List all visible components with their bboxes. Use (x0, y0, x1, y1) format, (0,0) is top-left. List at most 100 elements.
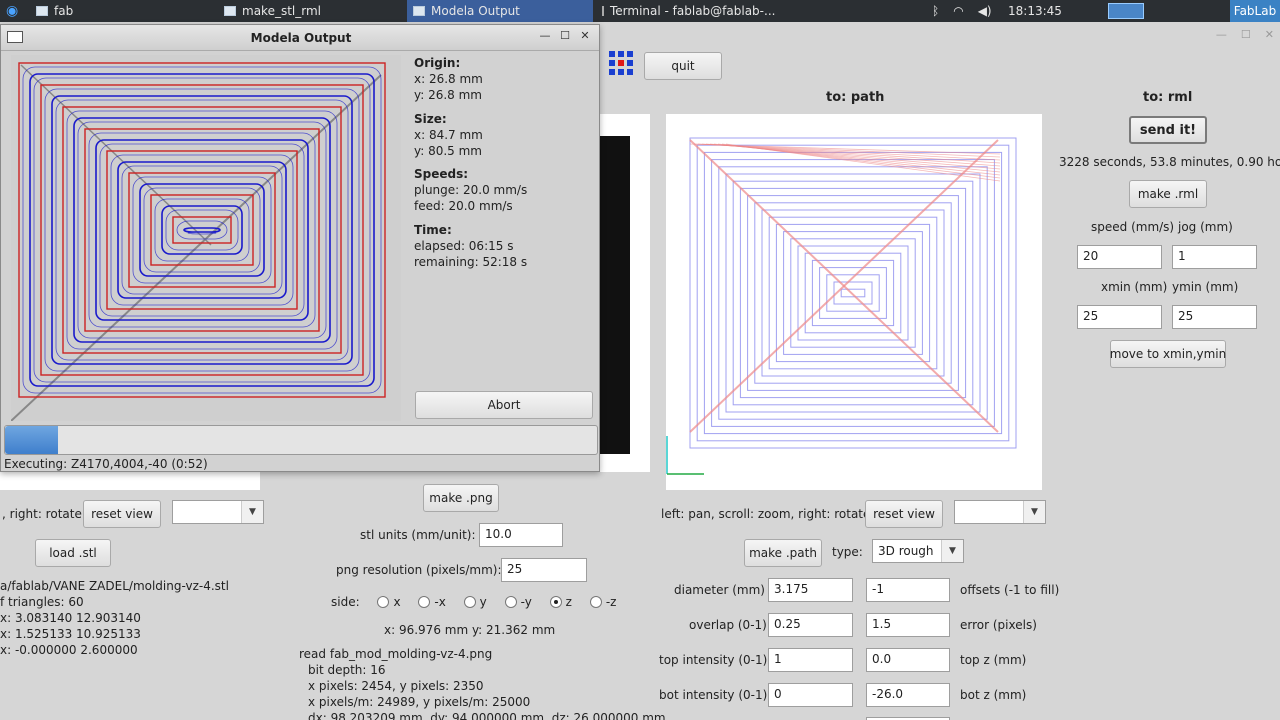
job-progress-bar (4, 425, 598, 455)
offsets-input[interactable]: -1 (866, 578, 950, 602)
side-radio-neg-z[interactable] (589, 596, 602, 608)
terminal-icon (602, 6, 604, 16)
chevron-down-icon: ▼ (1023, 501, 1045, 523)
window-controls: — ☐ ✕ (1216, 28, 1274, 41)
png-preview-image (600, 136, 630, 454)
jog-label: jog (mm) (1178, 220, 1233, 234)
bot-z-input[interactable]: -26.0 (866, 683, 950, 707)
move-to-xmin-ymin-button[interactable]: move to xmin,ymin (1110, 340, 1226, 368)
path-view-select[interactable]: ▼ (954, 500, 1046, 524)
side-radio-z[interactable] (549, 596, 562, 608)
diameter-label: diameter (mm) (674, 583, 765, 597)
user-badge[interactable]: FabLab (1230, 0, 1280, 22)
offsets-label: offsets (-1 to fill) (960, 583, 1060, 597)
system-tray: ᛒ ◠ ◀) (932, 0, 992, 22)
abort-button[interactable]: Abort (415, 391, 593, 419)
rml-panel-header: to: rml (1143, 90, 1193, 105)
window-icon (36, 6, 48, 16)
png-read-info: read fab_mod_molding-vz-4.png bit depth:… (299, 646, 666, 720)
taskbar-item-terminal[interactable]: Terminal - fablab@fablab-... (596, 0, 776, 22)
taskbar-item-fab[interactable]: fab (30, 0, 200, 22)
maximize-icon[interactable]: ☐ (1241, 28, 1251, 41)
read-line: x pixels/m: 24989, y pixels/m: 25000 (308, 695, 531, 709)
error-label: error (pixels) (960, 618, 1037, 632)
start-menu-icon[interactable]: ◉ (0, 0, 24, 22)
side-radio-y[interactable] (463, 596, 476, 608)
minimize-icon[interactable]: — (536, 29, 554, 45)
png-resolution-input[interactable]: 25 (501, 558, 587, 582)
path-reset-view-button[interactable]: reset view (865, 500, 943, 528)
overlap-input[interactable]: 0.25 (768, 613, 853, 637)
jog-input[interactable]: 1 (1172, 245, 1257, 269)
send-it-button[interactable]: send it! (1129, 116, 1207, 144)
top-z-label: top z (mm) (960, 653, 1027, 667)
stl-reset-view-button[interactable]: reset view (83, 500, 161, 528)
progress-fill (5, 426, 58, 454)
top-intensity-input[interactable]: 1 (768, 648, 853, 672)
read-line: dx: 98.203209 mm, dy: 94.000000 mm, dz: … (308, 711, 666, 720)
side-radio-neg-y[interactable] (504, 596, 517, 608)
side-radio-x[interactable] (377, 596, 390, 608)
stl-units-label: stl units (mm/unit): (360, 528, 476, 542)
ymin-label: ymin (mm) (1172, 280, 1239, 294)
chevron-down-icon: ▼ (241, 501, 263, 523)
png-resolution-label: png resolution (pixels/mm): (336, 563, 502, 577)
stl-file-path: a/fablab/VANE ZADEL/molding-vz-4.stl (0, 579, 229, 593)
png-preview-frame (598, 114, 650, 472)
xmin-label: xmin (mm) (1101, 280, 1168, 294)
path-view-hint: left: pan, scroll: zoom, right: rotate (661, 507, 871, 521)
xmin-input[interactable]: 25 (1077, 305, 1162, 329)
overlap-label: overlap (0-1) (689, 618, 767, 632)
stl-view-hint: , right: rotate (2, 507, 82, 521)
speed-input[interactable]: 20 (1077, 245, 1162, 269)
close-icon[interactable]: ✕ (576, 29, 594, 45)
side-radio-neg-x[interactable] (418, 596, 431, 608)
chevron-down-icon: ▼ (941, 540, 963, 562)
toolpath-canvas (10, 55, 401, 422)
clock[interactable]: 18:13:45 (1008, 0, 1068, 22)
make-png-button[interactable]: make .png (423, 484, 499, 512)
load-stl-button[interactable]: load .stl (35, 539, 111, 567)
side-selector: side: x -x y -y z -z (331, 595, 617, 609)
time-info: Time: elapsed: 06:15 s remaining: 52:18 … (414, 223, 528, 269)
read-line: x pixels: 2454, y pixels: 2350 (308, 679, 484, 693)
toolpath-plot (666, 137, 1017, 475)
bot-intensity-label: bot intensity (0-1) (659, 688, 768, 702)
window-icon (413, 6, 425, 16)
dialog-title: Modela Output (250, 31, 352, 45)
quit-button[interactable]: quit (644, 52, 722, 80)
taskbar-item-modela-output[interactable]: Modela Output (407, 0, 593, 22)
taskbar-item-make-stl-rml[interactable]: make_stl_rml (218, 0, 398, 22)
top-intensity-label: top intensity (0-1) (659, 653, 768, 667)
execution-status: Executing: Z4170,4004,-40 (0:52) (4, 457, 208, 471)
wifi-icon[interactable]: ◠ (953, 4, 963, 18)
fab-modules-logo-icon (608, 50, 634, 76)
path-preview[interactable] (666, 114, 1042, 490)
bluetooth-icon[interactable]: ᛒ (932, 4, 939, 18)
ymin-input[interactable]: 25 (1172, 305, 1257, 329)
close-icon[interactable]: ✕ (1265, 28, 1274, 41)
cursor-coords: x: 96.976 mm y: 21.362 mm (384, 623, 556, 637)
stl-view-select[interactable]: ▼ (172, 500, 264, 524)
dialog-titlebar[interactable]: Modela Output — ☐ ✕ (1, 25, 599, 51)
error-input[interactable]: 1.5 (866, 613, 950, 637)
taskbar: ◉ fab make_stl_rml Modela Output Termina… (0, 0, 1280, 22)
stl-y-range: x: 1.525133 10.925133 (0, 627, 141, 641)
path-type-select[interactable]: 3D rough ▼ (872, 539, 964, 563)
make-path-button[interactable]: make .path (744, 539, 822, 567)
top-z-input[interactable]: 0.0 (866, 648, 950, 672)
stl-info: a/fablab/VANE ZADEL/molding-vz-4.stl f t… (0, 578, 229, 658)
diameter-input[interactable]: 3.175 (768, 578, 853, 602)
volume-icon[interactable]: ◀) (978, 4, 992, 18)
job-time-estimate: 3228 seconds, 53.8 minutes, 0.90 hours (1059, 155, 1280, 169)
workspace-switcher-icon[interactable] (1106, 0, 1146, 22)
speeds-info: Speeds: plunge: 20.0 mm/s feed: 20.0 mm/… (414, 167, 528, 213)
maximize-icon[interactable]: ☐ (556, 29, 574, 45)
path-type-label: type: (832, 545, 863, 559)
make-rml-button[interactable]: make .rml (1129, 180, 1207, 208)
minimize-icon[interactable]: — (1216, 28, 1227, 41)
path-panel-header: to: path (826, 90, 885, 105)
stl-units-input[interactable]: 10.0 (479, 523, 563, 547)
bot-intensity-input[interactable]: 0 (768, 683, 853, 707)
stl-z-range: x: -0.000000 2.600000 (0, 643, 138, 657)
